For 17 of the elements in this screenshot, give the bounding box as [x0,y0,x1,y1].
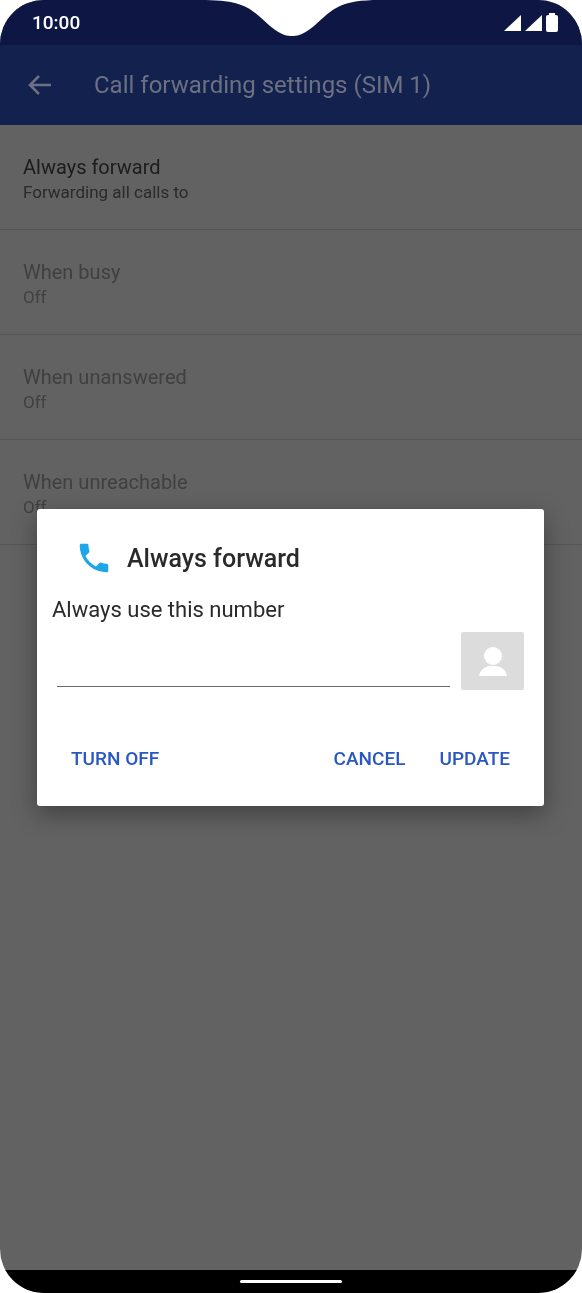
status-time: 10:00 [32,11,81,34]
home-indicator[interactable] [240,1280,342,1283]
setting-row[interactable]: Always forward Forwarding all calls to [0,125,582,230]
dialog-title: Always forward [127,543,300,573]
contact-picker-button[interactable] [461,632,524,690]
screen-title: Call forwarding settings (SIM 1) [94,71,432,99]
person-icon [478,646,507,676]
signal-icon [504,14,521,31]
setting-summary: Forwarding all calls to [23,181,190,202]
dialog-label: Always use this number [52,597,286,622]
signal-icon [525,14,542,31]
setting-title: Always forward [23,153,162,181]
dialog-button[interactable]: TURN OFF [61,741,170,776]
dialog-button[interactable]: CANCEL [323,741,416,776]
battery-icon [546,13,558,32]
dialog-button[interactable]: UPDATE [429,741,520,776]
back-arrow-icon[interactable] [28,74,52,96]
